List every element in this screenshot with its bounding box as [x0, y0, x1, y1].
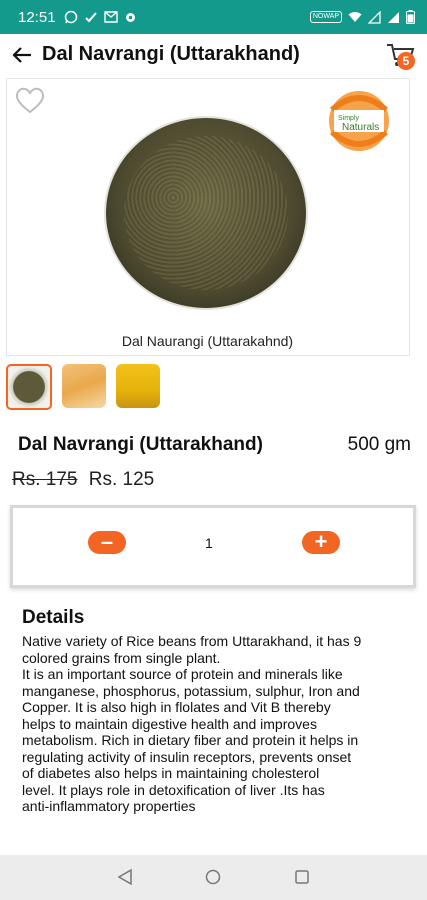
notification-icons [64, 10, 137, 24]
network-badge: NOWAP [309, 11, 342, 23]
simply-naturals-logo: Simply Naturals [329, 91, 389, 151]
signal-icon [368, 10, 381, 24]
nav-home-icon[interactable] [204, 868, 222, 886]
old-price: Rs. 175 [12, 469, 78, 490]
status-bar: 12:51 NOWAP [0, 0, 427, 34]
nav-back-icon[interactable] [116, 868, 134, 886]
price-row: Rs. 175 Rs. 125 [12, 469, 154, 491]
signal-icon-2 [388, 11, 399, 23]
brand-line-2: Naturals [342, 122, 379, 133]
increase-quantity-button[interactable]: + [302, 531, 340, 554]
image-caption: Dal Naurangi (Uttarakahnd) [121, 333, 294, 349]
page-title: Dal Navrangi (Uttarakhand) [42, 43, 300, 65]
system-icons: NOWAP [309, 0, 415, 34]
settings-icon [125, 12, 135, 22]
decrease-quantity-button[interactable]: – [88, 531, 126, 554]
wifi-icon [348, 12, 362, 22]
gmail-icon [103, 11, 118, 23]
thumbnail-2[interactable] [62, 364, 106, 408]
thumbnail-strip [6, 364, 160, 410]
product-name: Dal Navrangi (Uttarakhand) [18, 434, 263, 455]
lentil-texture [124, 136, 288, 290]
heart-icon[interactable] [14, 86, 46, 114]
nav-recents-icon[interactable] [294, 869, 310, 885]
whatsapp-icon [64, 10, 77, 24]
check-icon [84, 12, 97, 23]
quantity-value: 1 [205, 535, 213, 551]
back-arrow-icon[interactable] [10, 43, 34, 67]
current-price: Rs. 125 [88, 469, 155, 490]
details-heading: Details [22, 607, 85, 628]
details-text: Native variety of Rice beans from Uttara… [22, 633, 362, 814]
app-bar: Dal Navrangi (Uttarakhand) [0, 34, 427, 76]
cart-count-badge: 5 [397, 52, 415, 70]
brand-line-1: Simply [338, 115, 360, 122]
thumbnail-3[interactable] [116, 364, 160, 408]
status-time: 12:51 [18, 8, 56, 26]
thumbnail-1[interactable] [6, 364, 52, 410]
product-weight: 500 gm [347, 434, 411, 455]
battery-icon [406, 10, 415, 24]
